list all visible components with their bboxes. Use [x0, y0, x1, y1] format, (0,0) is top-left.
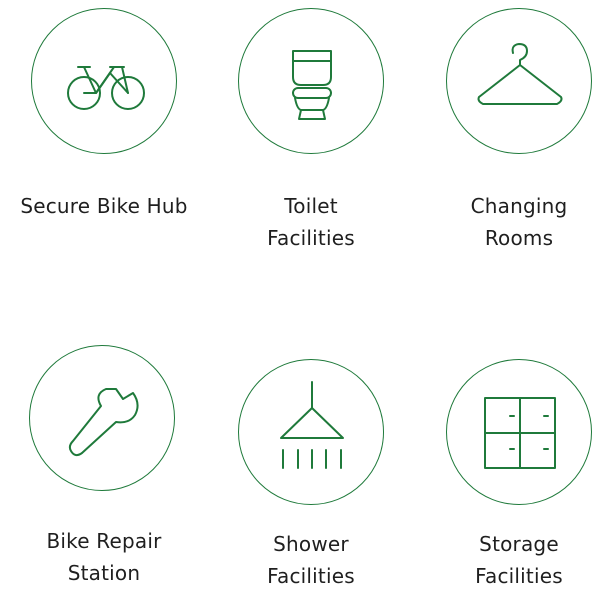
amenity-storage-facilities: Storage Facilities: [429, 359, 603, 588]
amenity-label: Secure Bike Hub: [14, 190, 194, 222]
amenity-label-line: Station: [67, 561, 141, 585]
amenity-label-line: Bike Repair: [46, 529, 162, 553]
amenity-toilet-facilities: Toilet Facilities: [221, 8, 401, 268]
amenity-secure-bike-hub: Secure Bike Hub: [14, 8, 194, 238]
bicycle-icon: [67, 66, 145, 110]
icon-circle: [29, 345, 175, 491]
amenity-label-line: Storage: [479, 532, 559, 556]
toilet-icon: [292, 50, 332, 120]
amenity-label-line: Facilities: [267, 564, 355, 588]
icon-circle: [31, 8, 177, 154]
wrench-icon: [68, 388, 139, 457]
amenity-label-line: Facilities: [475, 564, 563, 588]
amenity-label-line: Rooms: [484, 226, 554, 250]
amenity-label: Storage Facilities: [429, 528, 603, 592]
amenity-changing-rooms: Changing Rooms: [429, 8, 603, 268]
amenity-label-line: Changing: [470, 194, 568, 218]
amenity-label-line: Secure Bike Hub: [20, 194, 188, 218]
clothes-hanger-icon: [477, 43, 563, 105]
amenity-label-line: Shower: [273, 532, 349, 556]
shower-icon: [280, 381, 344, 469]
icon-circle: [446, 359, 592, 505]
amenity-label: Bike Repair Station: [14, 525, 194, 589]
amenity-label: Shower Facilities: [221, 528, 401, 592]
amenity-label: Changing Rooms: [429, 190, 603, 254]
amenity-shower-facilities: Shower Facilities: [221, 359, 401, 588]
amenity-label-line: Toilet: [284, 194, 338, 218]
icon-circle: [446, 8, 592, 154]
icon-circle: [238, 359, 384, 505]
amenity-label: Toilet Facilities: [221, 190, 401, 254]
amenity-bike-repair-station: Bike Repair Station: [14, 345, 194, 585]
storage-locker-icon: [484, 397, 556, 469]
icon-circle: [238, 8, 384, 154]
amenity-label-line: Facilities: [267, 226, 355, 250]
